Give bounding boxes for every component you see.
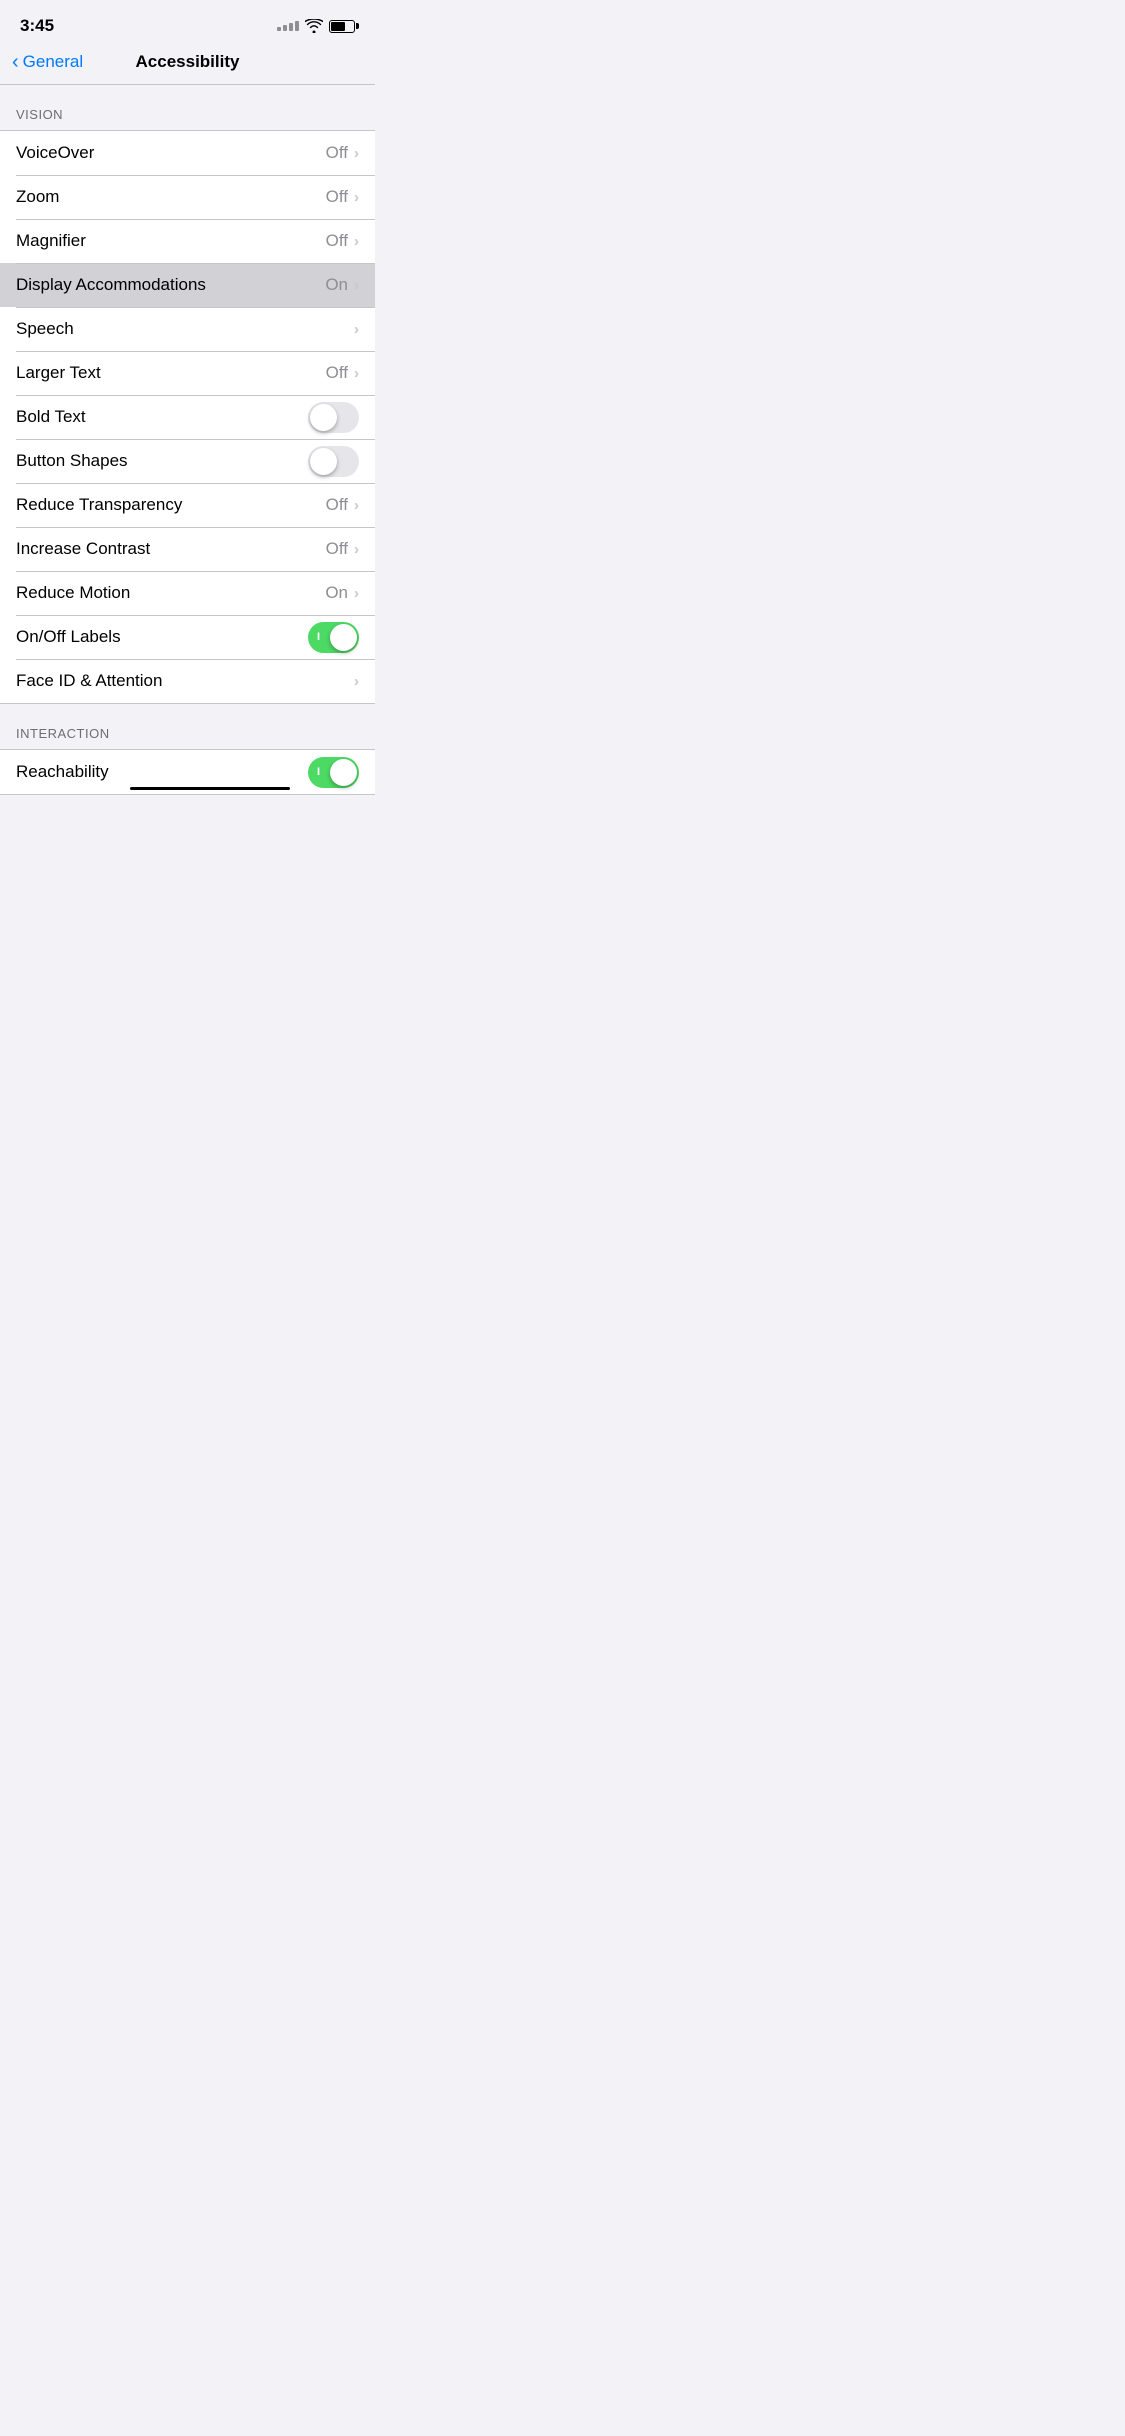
settings-row-zoom[interactable]: Zoom Off › xyxy=(0,175,375,219)
wifi-icon xyxy=(305,19,323,33)
row-label-6: Bold Text xyxy=(16,407,86,427)
battery-icon xyxy=(329,20,355,33)
chevron-icon: › xyxy=(354,233,359,250)
chevron-icon: › xyxy=(354,145,359,162)
chevron-icon: › xyxy=(354,541,359,558)
row-right-7 xyxy=(308,446,359,477)
row-label-2: Magnifier xyxy=(16,231,86,251)
settings-row-reachability[interactable]: Reachability I xyxy=(0,750,375,794)
status-time: 3:45 xyxy=(20,16,54,36)
back-button[interactable]: ‹ General xyxy=(12,52,83,72)
toggle-on-label: I xyxy=(317,631,320,643)
row-label-12: Face ID & Attention xyxy=(16,671,162,691)
settings-row-larger-text[interactable]: Larger Text Off › xyxy=(0,351,375,395)
row-label-10: Reduce Motion xyxy=(16,583,130,603)
settings-row-speech[interactable]: Speech › xyxy=(0,307,375,351)
row-label-1: Zoom xyxy=(16,187,59,207)
row-right-6 xyxy=(308,402,359,433)
toggle-knob xyxy=(330,624,357,651)
row-right-10: On › xyxy=(325,583,359,603)
row-value-1: Off xyxy=(326,187,348,207)
row-right-8: Off › xyxy=(326,495,359,515)
nav-bar: ‹ General Accessibility xyxy=(0,44,375,85)
row-right-1: Off › xyxy=(326,187,359,207)
row-label-0: Reachability xyxy=(16,762,109,782)
settings-row-display-accommodations[interactable]: Display Accommodations On › xyxy=(0,263,375,307)
section-header-0: VISION xyxy=(0,85,375,130)
row-right-12: › xyxy=(354,673,359,690)
settings-row-increase-contrast[interactable]: Increase Contrast Off › xyxy=(0,527,375,571)
toggle-on-off-labels[interactable]: I xyxy=(308,622,359,653)
settings-row-on-off-labels[interactable]: On/Off Labels I xyxy=(0,615,375,659)
chevron-icon: › xyxy=(354,365,359,382)
back-chevron-icon: ‹ xyxy=(12,52,19,72)
row-right-4: › xyxy=(354,321,359,338)
settings-row-voiceover[interactable]: VoiceOver Off › xyxy=(0,131,375,175)
row-label-11: On/Off Labels xyxy=(16,627,121,647)
toggle-on-label: I xyxy=(317,766,320,778)
section-header-1: INTERACTION xyxy=(0,704,375,749)
row-value-8: Off xyxy=(326,495,348,515)
row-label-4: Speech xyxy=(16,319,74,339)
row-right-2: Off › xyxy=(326,231,359,251)
row-right-3: On › xyxy=(325,275,359,295)
toggle-knob xyxy=(310,404,337,431)
row-label-8: Reduce Transparency xyxy=(16,495,182,515)
settings-row-reduce-motion[interactable]: Reduce Motion On › xyxy=(0,571,375,615)
reachability-line xyxy=(130,787,290,790)
row-value-3: On xyxy=(325,275,348,295)
chevron-icon: › xyxy=(354,189,359,206)
settings-row-button-shapes[interactable]: Button Shapes xyxy=(0,439,375,483)
row-value-10: On xyxy=(325,583,348,603)
row-label-5: Larger Text xyxy=(16,363,101,383)
settings-row-magnifier[interactable]: Magnifier Off › xyxy=(0,219,375,263)
toggle-button-shapes[interactable] xyxy=(308,446,359,477)
settings-group-1: Reachability I xyxy=(0,749,375,795)
chevron-icon: › xyxy=(354,321,359,338)
row-label-0: VoiceOver xyxy=(16,143,94,163)
row-right-0: I xyxy=(308,757,359,788)
toggle-reachability[interactable]: I xyxy=(308,757,359,788)
row-value-2: Off xyxy=(326,231,348,251)
toggle-knob xyxy=(330,759,357,786)
row-value-5: Off xyxy=(326,363,348,383)
chevron-icon: › xyxy=(354,673,359,690)
row-label-9: Increase Contrast xyxy=(16,539,150,559)
settings-row-bold-text[interactable]: Bold Text xyxy=(0,395,375,439)
row-right-9: Off › xyxy=(326,539,359,559)
row-right-11: I xyxy=(308,622,359,653)
page-title: Accessibility xyxy=(136,52,240,72)
row-label-3: Display Accommodations xyxy=(16,275,206,295)
status-bar: 3:45 xyxy=(0,0,375,44)
signal-icon xyxy=(277,21,299,31)
row-label-7: Button Shapes xyxy=(16,451,128,471)
toggle-bold-text[interactable] xyxy=(308,402,359,433)
toggle-knob xyxy=(310,448,337,475)
settings-row-face-id---attention[interactable]: Face ID & Attention › xyxy=(0,659,375,703)
settings-group-0: VoiceOverOff›ZoomOff›MagnifierOff›Displa… xyxy=(0,130,375,704)
settings-row-reduce-transparency[interactable]: Reduce Transparency Off › xyxy=(0,483,375,527)
back-label: General xyxy=(23,52,83,72)
status-icons xyxy=(277,19,355,33)
chevron-icon: › xyxy=(354,585,359,602)
chevron-icon: › xyxy=(354,277,359,294)
row-value-0: Off xyxy=(326,143,348,163)
row-right-0: Off › xyxy=(326,143,359,163)
chevron-icon: › xyxy=(354,497,359,514)
row-value-9: Off xyxy=(326,539,348,559)
settings-content: VISION VoiceOver Off › Zoom Off › Magnifier Off ›… xyxy=(0,85,375,795)
row-right-5: Off › xyxy=(326,363,359,383)
